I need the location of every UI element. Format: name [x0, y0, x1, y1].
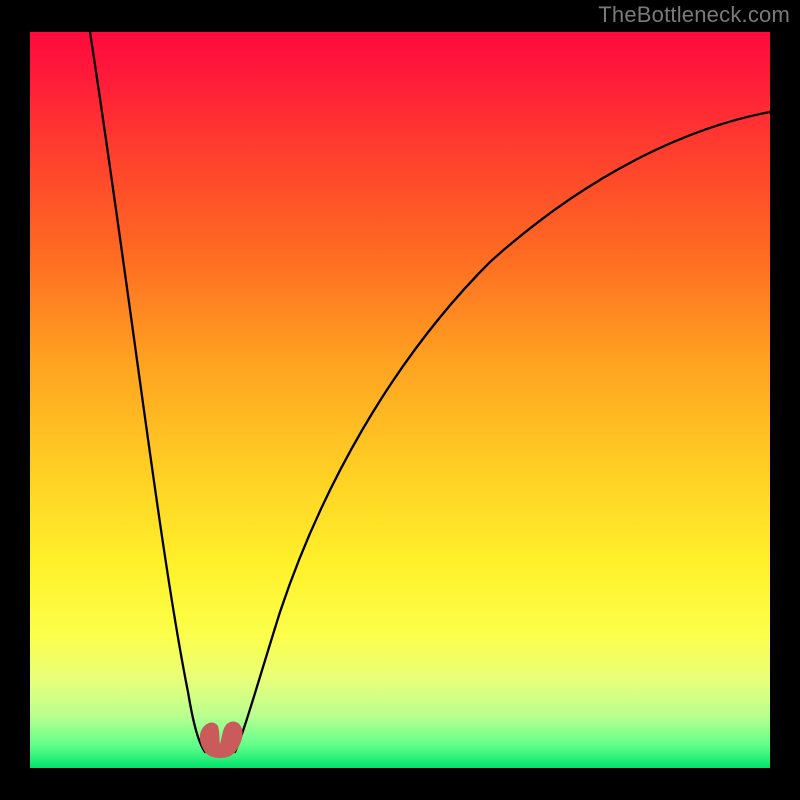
gradient-background: [30, 32, 770, 768]
chart-svg: [30, 32, 770, 768]
watermark-text: TheBottleneck.com: [598, 2, 790, 28]
plot-area: [30, 32, 770, 768]
outer-frame: TheBottleneck.com: [0, 0, 800, 800]
